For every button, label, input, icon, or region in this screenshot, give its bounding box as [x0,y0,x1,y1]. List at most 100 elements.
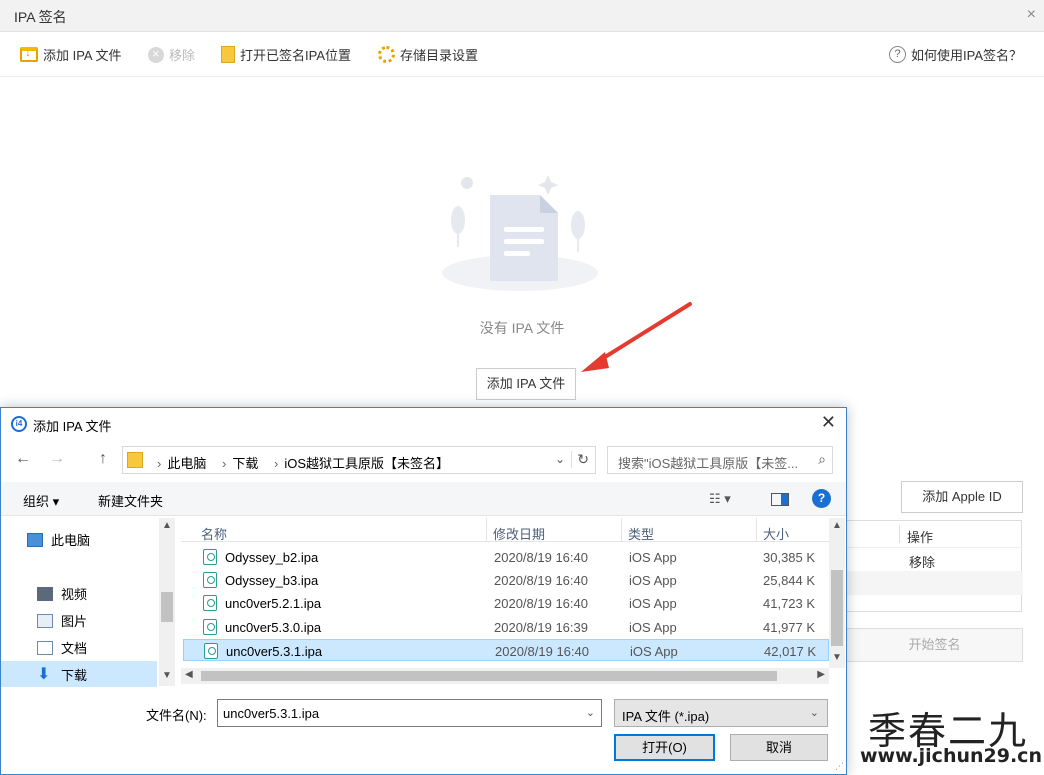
file-size: 42,017 K [764,644,817,659]
document-icon [37,640,53,655]
nav-item-label: 此电脑 [51,533,91,548]
file-row[interactable]: unc0ver5.2.1.ipa 2020/8/19 16:40 iOS App… [183,592,829,614]
file-name: Odyssey_b2.ipa [225,550,319,565]
breadcrumb-item[interactable]: 此电脑 [167,456,206,471]
file-row-selected[interactable]: unc0ver5.3.1.ipa 2020/8/19 16:40 iOS App… [183,639,829,661]
search-icon[interactable]: ⌕ [818,451,826,468]
column-name[interactable]: 名称 [201,524,227,543]
title-bar: IPA 签名 × [0,0,1044,32]
new-folder-button[interactable]: 新建文件夹 [98,491,163,510]
add-apple-id-button[interactable]: 添加 Apple ID [901,481,1023,513]
nav-item-downloads[interactable]: ⬇ 下载 [37,665,87,684]
breadcrumb-item[interactable]: 下载 [232,456,258,471]
file-row[interactable]: unc0ver5.3.0.ipa 2020/8/19 16:39 iOS App… [183,616,829,638]
file-type: iOS App [630,644,678,659]
remove-link[interactable]: 移除 [909,552,935,571]
remove-label: 移除 [169,48,196,63]
column-size[interactable]: 大小 [763,524,789,543]
file-name: unc0ver5.3.0.ipa [225,620,322,635]
column-modified[interactable]: 修改日期 [493,524,545,543]
forward-arrow-icon[interactable]: → [49,450,65,468]
preview-pane-icon[interactable] [771,493,789,506]
file-type: iOS App [629,596,677,611]
storage-settings-button[interactable]: 存储目录设置 [378,45,478,64]
nav-item-documents[interactable]: 文档 [37,638,87,657]
remove-button[interactable]: 移除 [148,45,195,64]
storage-settings-label: 存储目录设置 [400,48,479,63]
folder-icon [221,46,235,63]
scroll-thumb[interactable] [201,671,777,681]
empty-state-text: 没有 IPA 文件 [479,320,565,336]
dialog-title-bar: i4 添加 IPA 文件 ✕ [1,408,846,440]
empty-illustration [442,175,598,291]
apple-id-table: 操作 移除 [846,520,1023,612]
file-name: Odyssey_b3.ipa [225,573,319,588]
breadcrumb-item[interactable]: iOS越狱工具原版【未签名】 [284,456,449,471]
video-icon [37,586,53,601]
help-icon[interactable]: ? [812,489,831,508]
add-ipa-label: 添加 IPA 文件 [43,48,122,63]
back-arrow-icon[interactable]: ← [15,450,31,468]
nav-item-label: 视频 [61,587,88,602]
organize-menu[interactable]: 组织 ▾ [23,491,59,510]
close-icon[interactable]: × [1027,6,1036,24]
file-list-hscrollbar[interactable]: ◀ ▶ [181,668,829,684]
scroll-up-icon[interactable]: ▲ [832,520,842,531]
ipa-file-icon [204,643,218,659]
chevron-down-icon[interactable]: ⌄ [586,706,595,719]
nav-item-this-pc[interactable]: 此电脑 [27,530,90,549]
cancel-button[interactable]: 取消 [730,734,828,761]
file-date: 2020/8/19 16:40 [495,644,589,659]
gear-icon [378,46,395,63]
open-signed-label: 打开已签名IPA位置 [240,48,351,63]
file-type: iOS App [629,550,677,565]
scroll-right-icon[interactable]: ▶ [817,669,825,680]
up-arrow-icon[interactable]: ↑ [99,450,107,468]
file-row[interactable]: Odyssey_b2.ipa 2020/8/19 16:40 iOS App 3… [183,546,829,568]
file-name: unc0ver5.3.1.ipa [226,644,323,659]
remove-icon [148,46,164,63]
chevron-down-icon[interactable]: ⌄ [555,452,565,466]
start-sign-button[interactable]: 开始签名 [846,628,1023,662]
navigation-bar: ← → ↑ › 此电脑 › 下载 › iOS越狱工具原版【未签名】 ⌄ ↻ 搜索"iO… [1,442,846,478]
computer-icon [27,532,43,547]
dialog-title: 添加 IPA 文件 [33,419,112,434]
scroll-thumb[interactable] [831,570,843,646]
column-type[interactable]: 类型 [628,524,654,543]
app-logo-icon: i4 [11,416,27,432]
nav-item-videos[interactable]: 视频 [37,584,87,603]
scroll-thumb[interactable] [161,592,173,622]
resize-grip-icon[interactable]: ⋰ [835,761,844,772]
nav-item-label: 文档 [61,641,88,656]
filetype-select[interactable]: IPA 文件 (*.ipa) ⌄ [614,699,828,727]
filename-input[interactable]: unc0ver5.3.1.ipa ⌄ [217,699,602,727]
refresh-icon[interactable]: ↻ [571,451,589,468]
file-name: unc0ver5.2.1.ipa [225,596,322,611]
dialog-close-icon[interactable]: ✕ [821,412,836,433]
help-link[interactable]: ? 如何使用IPA签名？ [889,45,1022,64]
command-bar: 组织 ▾ 新建文件夹 ☷ ▾ ? [1,482,846,516]
filename-label: 文件名(N): [146,708,207,723]
file-date: 2020/8/19 16:40 [494,573,588,588]
scroll-down-icon[interactable]: ▼ [832,652,842,663]
open-signed-location-button[interactable]: 打开已签名IPA位置 [221,45,351,64]
scroll-left-icon[interactable]: ◀ [185,669,193,680]
file-size: 30,385 K [763,550,816,565]
nav-item-label: 图片 [61,614,88,629]
add-ipa-button[interactable]: 添加 IPA 文件 [20,45,122,64]
nav-item-pictures[interactable]: 图片 [37,611,87,630]
scroll-up-icon[interactable]: ▲ [162,520,172,531]
search-box[interactable]: 搜索"iOS越狱工具原版【未签... ⌕ [607,446,833,474]
address-bar[interactable]: › 此电脑 › 下载 › iOS越狱工具原版【未签名】 ⌄ ↻ [122,446,596,474]
add-ipa-file-dialog: i4 添加 IPA 文件 ✕ ← → ↑ › 此电脑 › 下载 › iOS越狱工具原版… [0,407,847,775]
view-mode-icon[interactable]: ☷ ▾ [709,491,731,507]
scroll-down-icon[interactable]: ▼ [162,670,172,681]
open-button[interactable]: 打开(O) [614,734,715,761]
ipa-file-icon [203,572,217,588]
file-list-vscrollbar[interactable]: ▲ ▼ [829,518,845,668]
navigation-pane: 此电脑 视频 图片 文档 ⬇ 下载 [1,518,177,687]
add-ipa-file-button[interactable]: 添加 IPA 文件 [476,368,576,400]
table-row: 移除 [847,547,1023,571]
file-row[interactable]: Odyssey_b3.ipa 2020/8/19 16:40 iOS App 2… [183,569,829,591]
nav-scrollbar[interactable]: ▲ ▼ [159,518,175,686]
